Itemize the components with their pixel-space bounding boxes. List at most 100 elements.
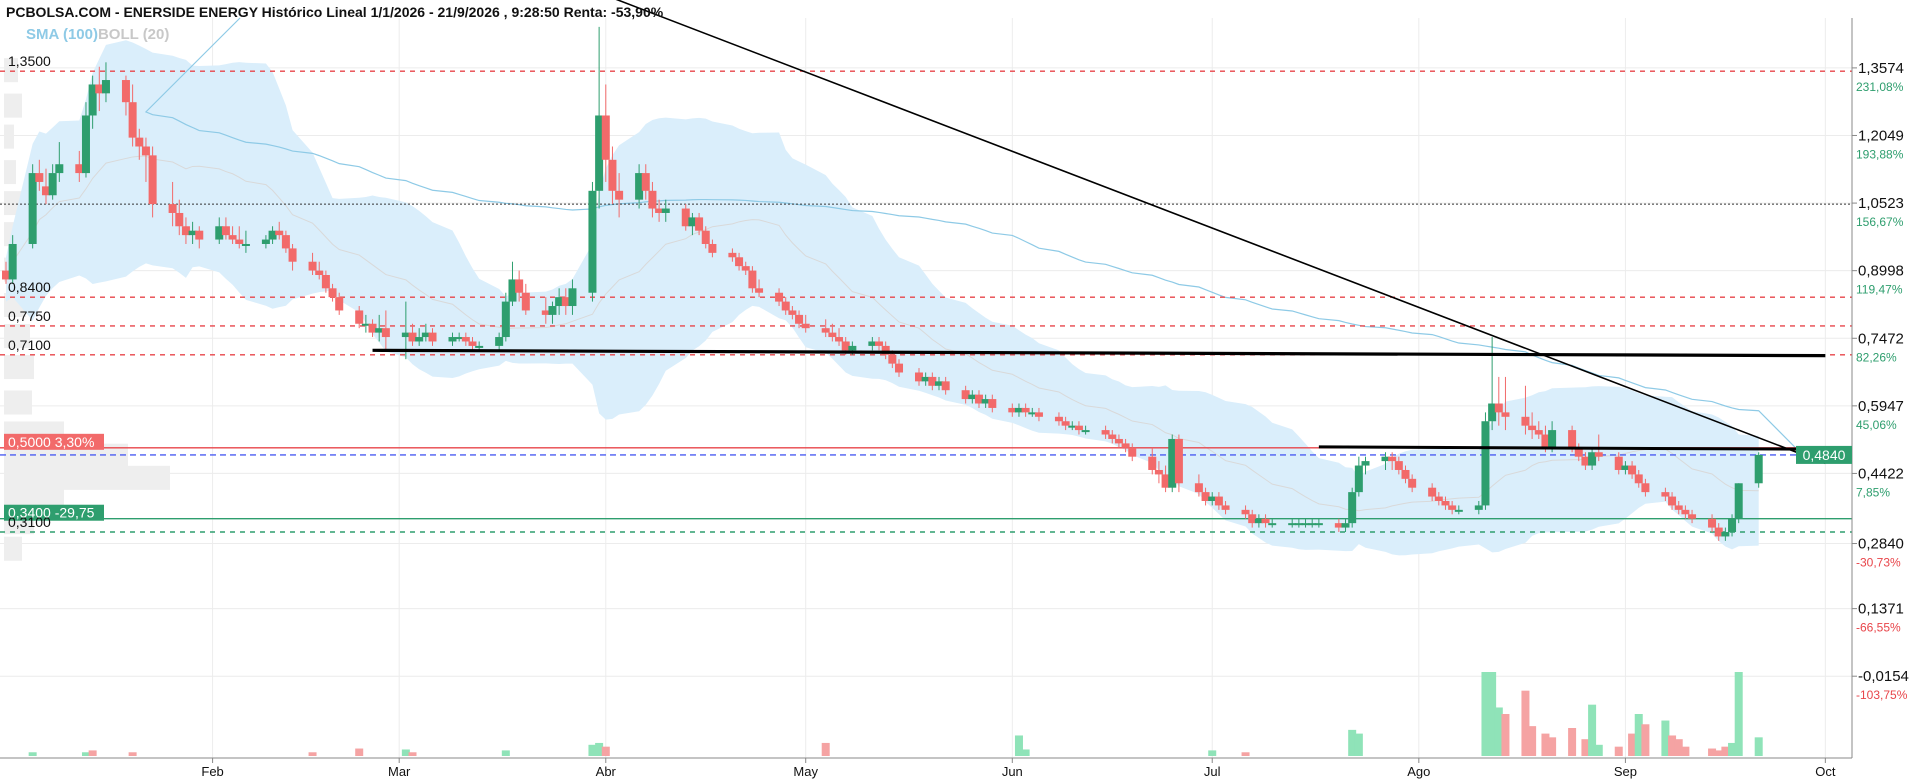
x-tick-label: Ago [1407, 764, 1430, 779]
candle-body [1661, 492, 1670, 497]
volume-bar [1614, 746, 1623, 756]
candle-body [308, 261, 317, 271]
y-tick-pct: 7,85% [1856, 485, 1890, 499]
y-tick-label: 0,4422 [1858, 465, 1904, 482]
volume-bar [28, 752, 37, 756]
candle-body [1021, 407, 1030, 413]
y-tick-pct: 231,08% [1856, 80, 1904, 94]
level-label: 0,7750 [8, 308, 51, 324]
candle-body [775, 292, 784, 302]
candle-body [1354, 465, 1363, 493]
candle-body [1348, 492, 1357, 524]
candle-body [168, 204, 177, 213]
volume-bar [501, 750, 510, 756]
candle-body [1214, 496, 1223, 506]
x-tick-label: Mar [388, 764, 411, 779]
indicator-legend: SMA (100)BOLL (20) [26, 26, 169, 43]
candle-body [1061, 421, 1070, 426]
candle-body [1394, 461, 1403, 470]
candle-body [895, 363, 904, 373]
candle-body [135, 137, 144, 147]
candle-body [1721, 532, 1730, 537]
candle-body [1268, 523, 1277, 526]
candle-body [468, 341, 477, 346]
candle-body [708, 243, 717, 253]
candle-body [888, 354, 897, 364]
candle-body [755, 288, 764, 293]
candle-body [788, 310, 797, 315]
candle-body [1448, 505, 1457, 510]
candle-body [1728, 518, 1737, 533]
candle-body [1674, 505, 1683, 510]
y-tick-label: 1,3574 [1858, 60, 1904, 77]
candle-body [1194, 483, 1203, 493]
chart-root: 1,3574 231,08% 1,2049 193,88% 1,0523 156,67% 0… [0, 0, 1920, 784]
volume-bar [1568, 728, 1577, 756]
level-label: 0,3100 [8, 514, 51, 530]
candle-body [748, 270, 757, 289]
candle-body [1314, 523, 1323, 526]
volume-bar [1501, 714, 1510, 756]
level-badge-text: 0,5000 3,30% [8, 434, 94, 450]
candle-body [1568, 430, 1577, 448]
candle-body [781, 301, 790, 311]
candle-body [701, 230, 710, 244]
volume-bar [355, 748, 364, 756]
candle-body [695, 217, 704, 231]
candle-body [1341, 523, 1350, 528]
candle-body [1261, 518, 1270, 524]
volume-bar [88, 750, 97, 756]
candle-body [355, 310, 364, 324]
candle-body [1221, 505, 1230, 510]
candle-body [261, 239, 270, 244]
candle-body [601, 115, 610, 160]
volume-bar [1548, 737, 1557, 756]
candle-body [1628, 465, 1637, 475]
last-price-label: 0,4840 [1803, 447, 1846, 463]
volume-bar [128, 752, 137, 756]
candle-body [235, 239, 244, 244]
volume-bar [1641, 724, 1650, 756]
x-tick-label: Sep [1614, 764, 1637, 779]
y-tick-label: 0,8998 [1858, 263, 1904, 280]
candle-body [28, 173, 37, 244]
candle-body [835, 337, 844, 342]
volume-bar [601, 746, 610, 756]
candle-body [1688, 514, 1697, 519]
candle-body [821, 328, 830, 333]
candle-body [741, 266, 750, 271]
x-tick-label: Jul [1204, 764, 1221, 779]
candle-body [1154, 469, 1163, 475]
candle-body [1441, 500, 1450, 506]
candle-body [1434, 496, 1443, 501]
candle-body [1401, 469, 1410, 479]
candle-body [1481, 421, 1490, 506]
volume-bar [408, 752, 417, 756]
volume-bar [1594, 744, 1603, 756]
y-tick-pct: 193,88% [1856, 147, 1904, 161]
candle-body [241, 243, 250, 246]
volume-bar [1354, 733, 1363, 756]
candle-body [615, 190, 624, 200]
bollinger-band [5, 17, 1801, 556]
candle-body [521, 292, 530, 311]
candle-body [641, 173, 650, 191]
candle-body [941, 381, 950, 391]
candle-body [175, 212, 184, 227]
candle-body [728, 252, 737, 258]
candle-body [1241, 509, 1250, 515]
legend-sma[interactable]: SMA (100) [26, 26, 98, 43]
x-tick-label: Feb [201, 764, 223, 779]
candle-body [515, 279, 524, 293]
legend-boll[interactable]: BOLL (20) [98, 26, 169, 43]
y-tick-pct: -103,75% [1856, 688, 1908, 702]
candle-body [568, 288, 577, 307]
y-tick-pct: -66,55% [1856, 621, 1901, 635]
candle-body [1081, 430, 1090, 433]
y-tick-label: 0,5947 [1858, 398, 1904, 415]
candle-body [1054, 416, 1063, 422]
candlestick-chart[interactable]: 1,3574 231,08% 1,2049 193,88% 1,0523 156,67% 0… [0, 0, 1920, 784]
candle-body [428, 332, 437, 342]
candle-body [1034, 412, 1043, 417]
chart-title: PCBOLSA.COM - ENERSIDE ENERGY Histórico … [6, 4, 664, 20]
